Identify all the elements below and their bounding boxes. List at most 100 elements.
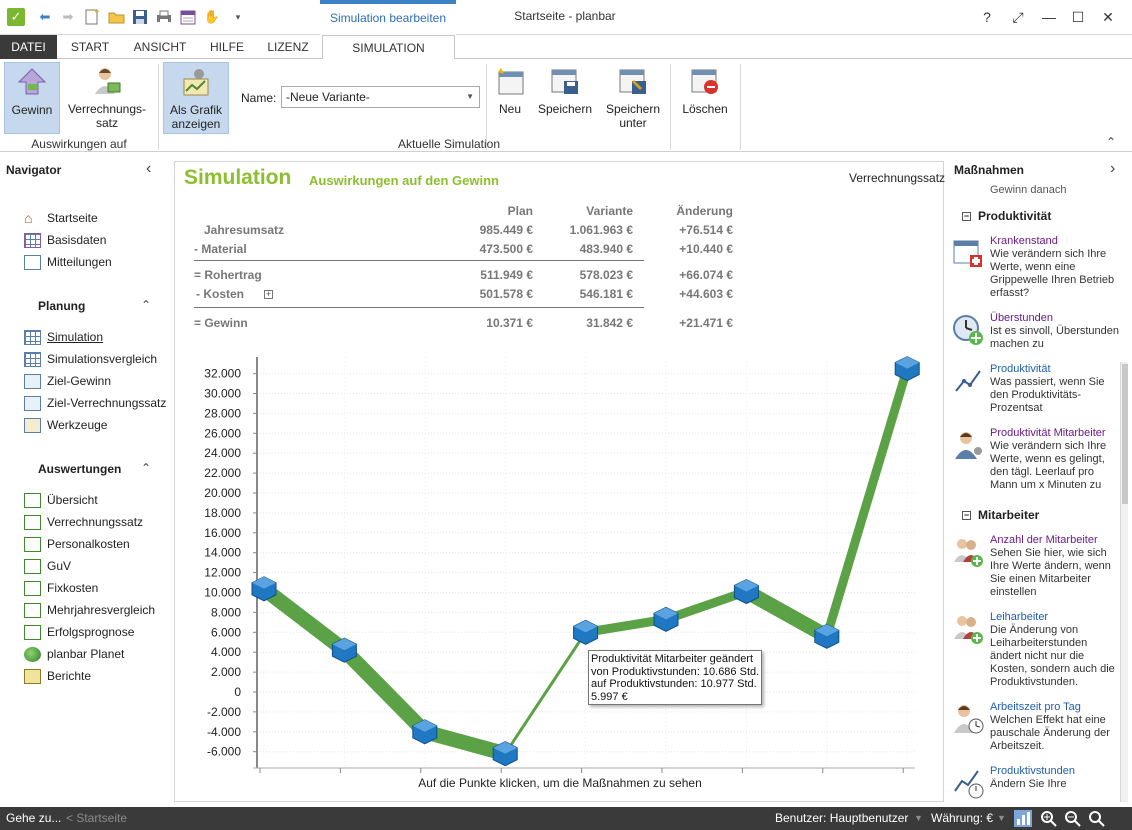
maximize-button[interactable]: ☐ <box>1066 6 1090 28</box>
nav-item-mitteilungen[interactable]: Mitteilungen <box>24 253 112 271</box>
forward-arrow-icon[interactable]: ➡ <box>59 8 77 26</box>
user-indicator[interactable]: Benutzer: Hauptbenutzer <box>775 811 908 825</box>
data-point-marker[interactable] <box>894 356 920 382</box>
data-point-marker[interactable] <box>573 619 599 645</box>
nav-item-simulation[interactable]: Simulation <box>24 328 103 346</box>
report-icon[interactable] <box>179 8 197 26</box>
measure-desc: Sehen Sie hier, wie sich Ihre Werte ände… <box>990 547 1111 598</box>
nav-item-startseite[interactable]: ⌂ Startseite <box>24 209 98 227</box>
nav-item-ziel-verrechnungssatz[interactable]: Ziel-Verrechnungssatz <box>24 394 166 412</box>
zoom-out-icon[interactable] <box>1064 810 1082 827</box>
breadcrumb[interactable]: < Startseite <box>66 811 127 825</box>
tab-hilfe[interactable]: HILFE <box>200 35 254 59</box>
right-panel-scrollbar[interactable] <box>1120 362 1128 802</box>
y-tick-label: -6.000 <box>207 745 241 759</box>
nav-item-planbar-planet[interactable]: planbar Planet <box>24 645 124 663</box>
nav-item-simulationsvergleich[interactable]: Simulationsvergleich <box>24 350 157 368</box>
nav-item-uebersicht[interactable]: Übersicht <box>24 491 98 509</box>
scrollbar-thumb[interactable] <box>1122 364 1128 504</box>
nav-item-label: planbar Planet <box>47 647 125 661</box>
neu-button[interactable]: Neu <box>492 62 528 134</box>
measure-link[interactable]: Krankenstand <box>990 235 1058 247</box>
tab-ansicht[interactable]: ANSICHT <box>122 35 198 59</box>
nav-item-label: Verrechnungssatz <box>47 515 144 529</box>
nav-item-label: Fixkosten <box>47 581 99 595</box>
variant-name-select[interactable]: -Neue Variante- ▼ <box>281 86 480 108</box>
chevron-down-icon[interactable]: ▼ <box>914 813 923 823</box>
open-folder-icon[interactable] <box>107 8 125 26</box>
collapse-ribbon-icon[interactable]: ⌃ <box>1106 135 1116 149</box>
calendar-sick-icon <box>953 240 982 267</box>
column-header-variante: Variante <box>586 204 633 218</box>
currency-indicator[interactable]: Währung: € <box>931 811 993 825</box>
measure-link[interactable]: Produktivstunden <box>990 765 1075 777</box>
measure-desc: Ändern Sie Ihre Produktivstunden durch <box>990 778 1106 792</box>
back-arrow-icon[interactable]: ⬅ <box>36 8 54 26</box>
tab-datei[interactable]: DATEI <box>0 35 57 59</box>
minimize-button[interactable]: — <box>1037 6 1061 28</box>
cell-aenderung: +66.074 € <box>679 268 733 282</box>
gehe-zu-button[interactable]: Gehe zu... <box>6 811 61 825</box>
nav-item-guv[interactable]: GuV <box>24 557 71 575</box>
chevron-down-icon[interactable]: ▼ <box>997 813 1006 823</box>
nav-item-personalkosten[interactable]: Personalkosten <box>24 535 130 553</box>
measure-desc: Welchen Effekt hat eine pauschale Änderu… <box>990 714 1110 752</box>
collapse-left-icon[interactable]: ‹ <box>146 160 151 178</box>
loeschen-button[interactable]: Löschen <box>678 62 732 134</box>
save-icon[interactable] <box>131 8 149 26</box>
help-button[interactable]: ? <box>975 6 999 28</box>
close-button[interactable]: ✕ <box>1096 6 1120 28</box>
table-divider <box>194 260 644 261</box>
chevron-up-icon[interactable]: ⌃ <box>141 461 151 475</box>
section-planung[interactable]: Planung <box>38 299 85 313</box>
series-segment <box>503 630 588 756</box>
tools-icon <box>24 417 41 433</box>
gewinn-button[interactable]: Gewinn <box>4 62 60 134</box>
nav-item-mehrjahresvergleich[interactable]: Mehrjahresvergleich <box>24 601 155 619</box>
measure-link[interactable]: Überstunden <box>990 312 1053 324</box>
als-grafik-button[interactable]: Als Grafik anzeigen <box>163 62 229 134</box>
row-label-material: - Material <box>194 242 247 256</box>
chart-view-icon[interactable] <box>1014 810 1032 827</box>
speichern-unter-button[interactable]: Speichern unter <box>602 62 664 134</box>
measure-link[interactable]: Produktivität <box>990 363 1051 375</box>
expand-kosten-icon[interactable]: + <box>264 290 273 299</box>
contextual-tab-simulation[interactable]: Simulation bearbeiten <box>320 0 456 35</box>
new-document-icon[interactable] <box>83 8 101 26</box>
measure-link[interactable]: Leiharbeiter <box>990 611 1048 623</box>
speichern-button[interactable]: Speichern <box>536 62 594 134</box>
data-point-marker[interactable] <box>653 606 679 632</box>
tab-start[interactable]: START <box>60 35 120 59</box>
nav-item-ziel-gewinn[interactable]: Ziel-Gewinn <box>24 372 111 390</box>
nav-item-verrechnungssatz[interactable]: Verrechnungssatz <box>24 513 143 531</box>
nav-item-werkzeuge[interactable]: Werkzeuge <box>24 416 107 434</box>
nav-item-basisdaten[interactable]: Basisdaten <box>24 231 106 249</box>
y-tick-label: 12.000 <box>204 566 241 580</box>
section-auswertungen[interactable]: Auswertungen <box>38 462 121 476</box>
tab-lizenz[interactable]: LIZENZ <box>256 35 320 59</box>
print-icon[interactable] <box>155 8 173 26</box>
measure-link[interactable]: Anzahl der Mitarbeiter <box>990 534 1098 546</box>
verrechnungssatz-button[interactable]: Verrechnungs- satz <box>64 62 150 134</box>
series-segment <box>336 642 433 740</box>
fullscreen-button[interactable]: ⤢ <box>1006 6 1030 28</box>
nav-item-erfolgsprognose[interactable]: Erfolgsprognose <box>24 623 134 641</box>
nav-item-berichte[interactable]: Berichte <box>24 667 91 685</box>
verrechnungssatz-label-2: satz <box>95 116 118 130</box>
target-chart-icon <box>24 395 41 411</box>
chevron-up-icon[interactable]: ⌃ <box>141 298 151 312</box>
measure-link[interactable]: Produktivität Mitarbeiter <box>990 427 1106 439</box>
nav-item-label: Berichte <box>47 669 92 683</box>
section-produktivitaet[interactable]: − Produktivität <box>962 209 1051 223</box>
hand-tool-icon[interactable]: ✋ <box>203 8 221 26</box>
ribbon-tab-bar: DATEI START ANSICHT HILFE LIZENZ SIMULAT… <box>0 35 1132 60</box>
verrechnungssatz-link[interactable]: Verrechnungssatz <box>849 171 945 185</box>
section-mitarbeiter[interactable]: − Mitarbeiter <box>962 508 1039 522</box>
zoom-in-icon[interactable] <box>1040 810 1058 827</box>
customize-dropdown-icon[interactable]: ▾ <box>229 8 247 26</box>
zoom-fit-icon[interactable] <box>1088 810 1106 827</box>
nav-item-fixkosten[interactable]: Fixkosten <box>24 579 98 597</box>
measure-link[interactable]: Arbeitszeit pro Tag <box>990 701 1081 713</box>
expand-right-icon[interactable]: › <box>1110 160 1115 178</box>
tab-simulation[interactable]: SIMULATION <box>322 35 455 60</box>
